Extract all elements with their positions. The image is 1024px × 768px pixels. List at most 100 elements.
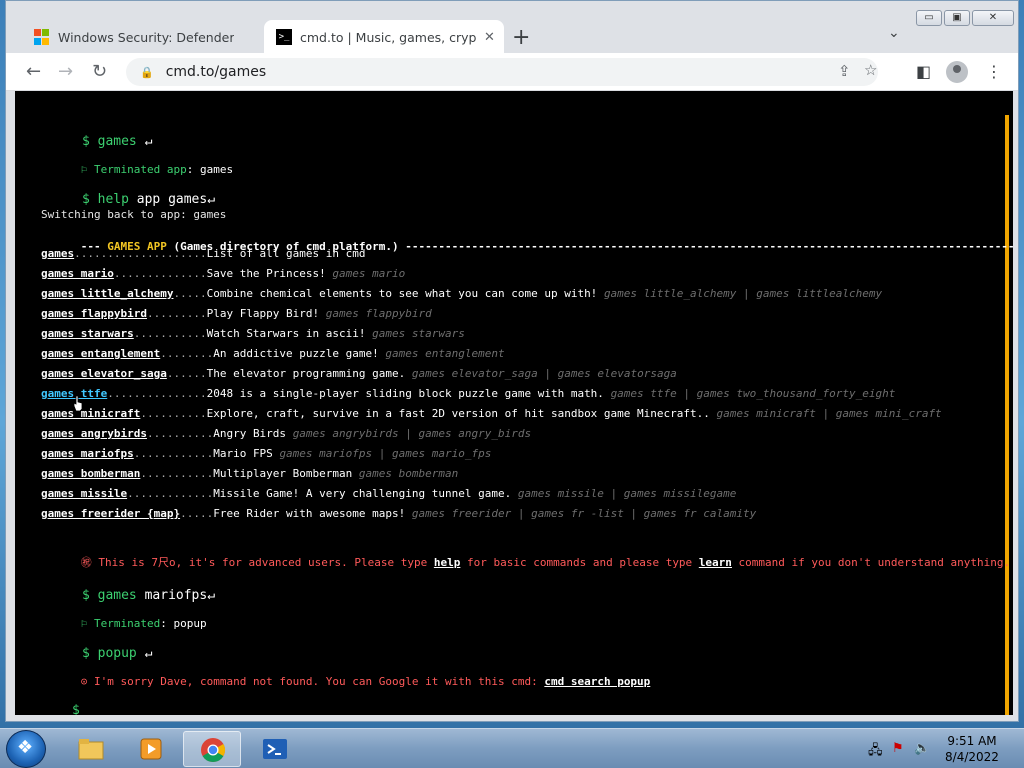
game-aliases: games bomberman: [358, 467, 459, 480]
game-aliases: games freerider | games fr -list | games…: [411, 507, 757, 520]
error-message: ⊙ I'm sorry Dave, command not found. You…: [80, 675, 651, 688]
game-command-link[interactable]: games bomberman: [41, 467, 140, 480]
forward-button[interactable]: →: [58, 61, 73, 82]
game-aliases: games ttfe | games two_thousand_forty_ei…: [610, 387, 896, 400]
game-command-link[interactable]: games starwars: [41, 327, 134, 340]
system-clock[interactable]: 9:51 AM 8/4/2022: [940, 733, 1004, 765]
url-text: cmd.to/games: [165, 64, 267, 80]
game-command-link[interactable]: games mariofps: [41, 447, 134, 460]
flag-icon: ⚐: [80, 617, 88, 630]
game-row: games little_alchemy.....Combine chemica…: [41, 287, 882, 300]
close-window-button[interactable]: ✕: [972, 10, 1014, 26]
game-command-link[interactable]: games angrybirds: [41, 427, 147, 440]
chrome-icon: [201, 738, 226, 763]
tab-windows-security[interactable]: Windows Security: Defender, Ant: [22, 20, 260, 54]
leader-dots: .....: [173, 287, 207, 300]
game-aliases: games missile | games missilegame: [517, 487, 737, 500]
leader-dots: .........: [146, 307, 207, 320]
hand-cursor-icon: [73, 396, 83, 411]
game-command-link[interactable]: games little_alchemy: [41, 287, 173, 300]
tab-strip: Windows Security: Defender, Ant >_ cmd.t…: [6, 1, 1018, 54]
taskbar: 🖧 ⚑ 🔈 9:51 AM 8/4/2022: [0, 728, 1024, 768]
clock-time: 9:51 AM: [947, 734, 997, 748]
scrollbar[interactable]: [1005, 115, 1009, 715]
address-bar[interactable]: 🔒 cmd.to/games ⇪ ☆: [126, 58, 878, 86]
lock-icon: 🔒: [140, 65, 154, 79]
game-description: The elevator programming game.: [206, 367, 412, 380]
game-description: Multiplayer Bomberman: [213, 467, 359, 480]
terminal-page: $ games ↵ ⚐ Terminated app: games $ help…: [15, 91, 1013, 715]
game-description: Explore, craft, survive in a fast 2D ver…: [206, 407, 717, 420]
leader-dots: ..........: [140, 407, 207, 420]
game-description: An addictive puzzle game!: [213, 347, 386, 360]
leader-dots: .............: [127, 487, 214, 500]
game-description: Angry Birds: [213, 427, 293, 440]
learn-link[interactable]: learn: [699, 556, 732, 569]
game-row: games elevator_saga......The elevator pr…: [41, 367, 677, 380]
reload-button[interactable]: ↻: [92, 61, 107, 82]
game-aliases: games entanglement: [385, 347, 505, 360]
game-row: games starwars...........Watch Starwars …: [41, 327, 465, 340]
suggested-command[interactable]: cmd search popup: [544, 675, 650, 688]
game-description: 2048 is a single-player sliding block pu…: [206, 387, 611, 400]
game-command-link[interactable]: games missile: [41, 487, 127, 500]
game-aliases: games mariofps | games mario_fps: [279, 447, 492, 460]
game-aliases: games flappybird: [325, 307, 432, 320]
leader-dots: ...........: [133, 327, 207, 340]
taskbar-powershell[interactable]: [246, 731, 304, 767]
tab-search-button[interactable]: ⌄: [888, 25, 900, 41]
network-icon[interactable]: 🖧: [868, 741, 883, 763]
minimize-button[interactable]: ▭: [916, 10, 942, 26]
action-center-icon[interactable]: ⚑: [892, 741, 904, 756]
game-row: games ttfe...............2048 is a singl…: [41, 387, 895, 400]
profile-avatar[interactable]: [946, 61, 968, 83]
bookmark-star-icon[interactable]: ☆: [864, 61, 877, 79]
game-command-link[interactable]: games mario: [41, 267, 114, 280]
taskbar-media-player[interactable]: [122, 731, 180, 767]
share-icon[interactable]: ⇪: [838, 62, 851, 80]
game-command-link[interactable]: games elevator_saga: [41, 367, 167, 380]
game-aliases: games little_alchemy | games littlealche…: [603, 287, 883, 300]
windows-logo-icon: [34, 29, 50, 45]
taskbar-chrome[interactable]: [183, 731, 241, 767]
game-row: games....................List of all gam…: [41, 247, 366, 260]
warning-icon: ㊗: [80, 556, 92, 569]
game-description: Mario FPS: [213, 447, 280, 460]
leader-dots: ....................: [74, 247, 207, 260]
game-description: Missile Game! A very challenging tunnel …: [213, 487, 518, 500]
back-button[interactable]: ←: [26, 61, 41, 82]
volume-icon[interactable]: 🔈: [914, 741, 930, 756]
flag-icon: ⚐: [80, 163, 88, 176]
leader-dots: ...........: [140, 467, 214, 480]
powershell-icon: [263, 739, 287, 759]
menu-kebab-icon[interactable]: ⋮: [986, 62, 1002, 81]
maximize-button[interactable]: ▣: [944, 10, 970, 26]
side-panel-icon[interactable]: ◧: [916, 62, 931, 81]
game-description: Combine chemical elements to see what yo…: [206, 287, 604, 300]
clock-date: 8/4/2022: [945, 750, 999, 764]
switching-message: Switching back to app: games: [41, 208, 227, 221]
taskbar-explorer[interactable]: [62, 731, 120, 767]
help-link[interactable]: help: [434, 556, 461, 569]
tab-title: Windows Security: Defender, Ant: [58, 29, 234, 45]
leader-dots: ............: [133, 447, 214, 460]
leader-dots: .....: [180, 507, 214, 520]
leader-dots: ..............: [113, 267, 207, 280]
game-row: games entanglement........An addictive p…: [41, 347, 505, 360]
game-row: games angrybirds..........Angry Birds ga…: [41, 427, 531, 440]
game-command-link[interactable]: games: [41, 247, 74, 260]
new-tab-button[interactable]: +: [512, 25, 530, 50]
game-description: Play Flappy Bird!: [206, 307, 326, 320]
tab-cmd-to[interactable]: >_ cmd.to | Music, games, cryptocur ✕: [264, 20, 504, 54]
tab-title: cmd.to | Music, games, cryptocur: [300, 29, 476, 45]
game-description: Watch Starwars in ascii!: [206, 327, 373, 340]
close-tab-icon[interactable]: ✕: [484, 30, 495, 45]
game-command-link[interactable]: games entanglement: [41, 347, 160, 360]
game-command-link[interactable]: games minicraft: [41, 407, 140, 420]
input-prompt[interactable]: $: [25, 688, 80, 715]
start-button[interactable]: [6, 730, 46, 768]
game-aliases: games minicraft | games mini_craft: [716, 407, 942, 420]
media-player-icon: [140, 738, 162, 760]
game-command-link[interactable]: games flappybird: [41, 307, 147, 320]
game-command-link[interactable]: games freerider {map}: [41, 507, 180, 520]
